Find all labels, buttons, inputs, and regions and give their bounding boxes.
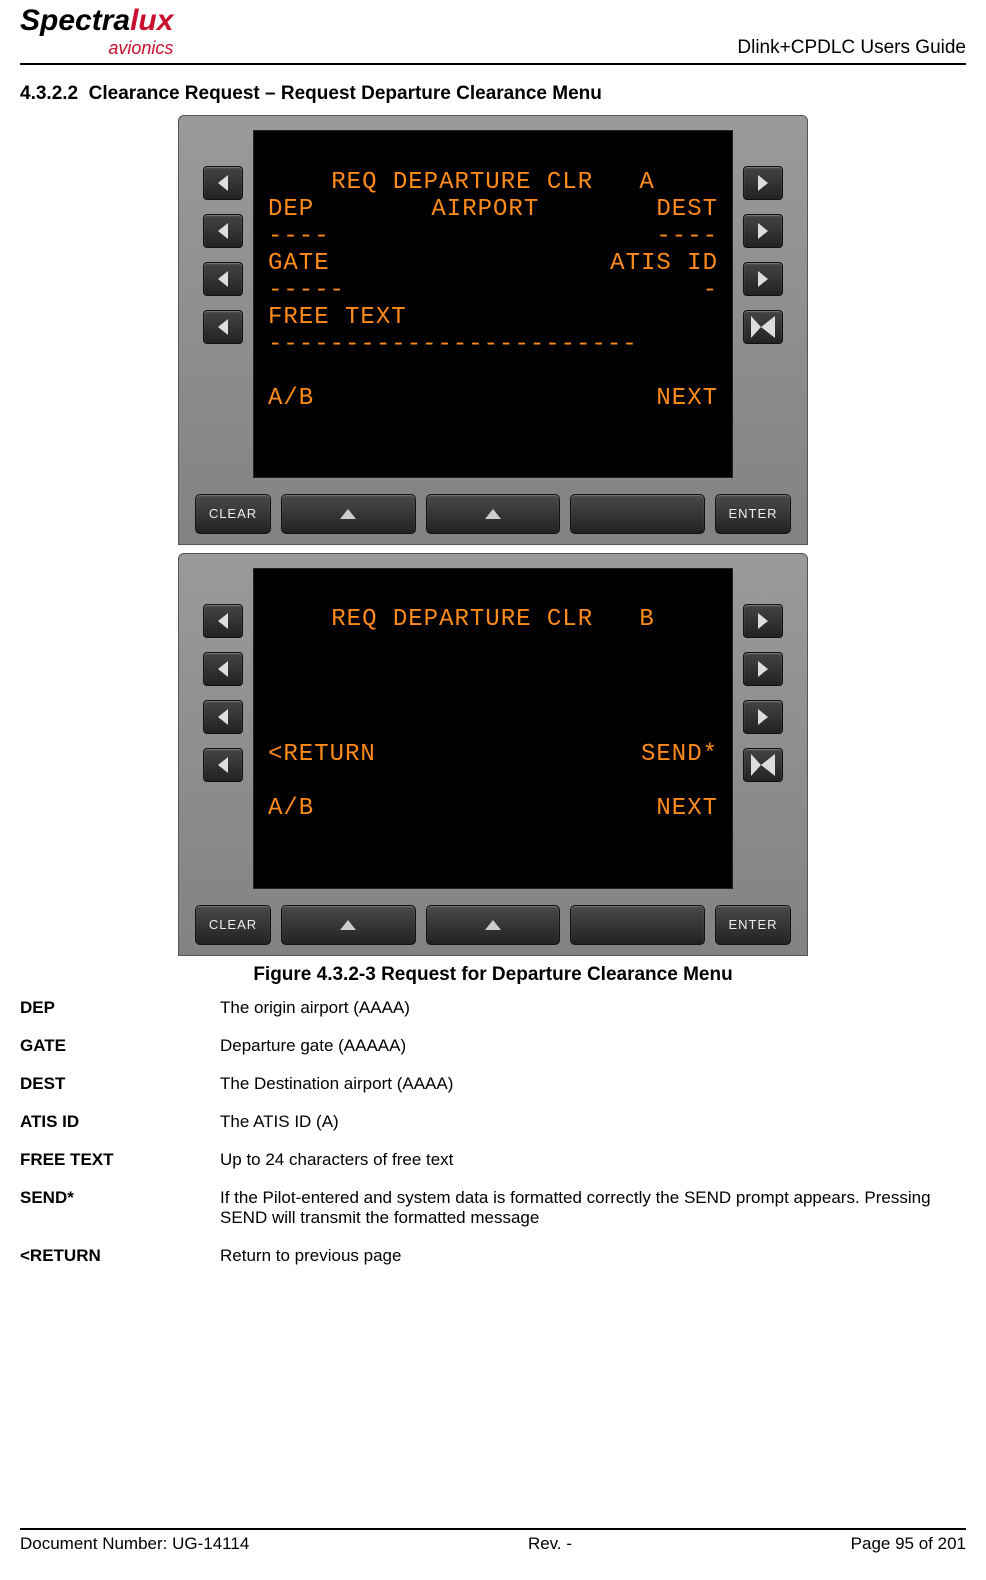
dep-label: DEP	[268, 196, 314, 223]
def-desc: Up to 24 characters of free text	[220, 1150, 966, 1170]
up-arrow-icon	[340, 920, 356, 930]
lsk-r3-b[interactable]	[743, 700, 783, 734]
doc-title: Dlink+CPDLC Users Guide	[737, 37, 966, 59]
return-prompt[interactable]: <RETURN	[268, 741, 376, 768]
lsk-l4[interactable]	[203, 310, 243, 344]
page-header: Spectralux avionics Dlink+CPDLC Users Gu…	[20, 0, 966, 65]
dest-label: DEST	[656, 196, 718, 223]
enter-button-b[interactable]: ENTER	[715, 905, 791, 945]
atis-id-label: ATIS ID	[610, 250, 718, 277]
doc-number: Document Number: UG-14114	[20, 1534, 249, 1554]
screen-title: REQ DEPARTURE CLR A	[331, 169, 654, 196]
screen-title-b: REQ DEPARTURE CLR B	[331, 606, 654, 633]
gate-label: GATE	[268, 250, 330, 277]
logo-text-a: Spectra	[20, 4, 130, 37]
lsk-r2[interactable]	[743, 214, 783, 248]
airport-label: AIRPORT	[431, 196, 539, 223]
gate-field[interactable]: -----	[268, 277, 345, 304]
free-text-field[interactable]: ------------------------	[268, 331, 638, 358]
lsk-l3-b[interactable]	[203, 700, 243, 734]
lsk-r1[interactable]	[743, 166, 783, 200]
def-term: SEND*	[20, 1188, 210, 1228]
page-number: Page 95 of 201	[851, 1534, 966, 1554]
logo-text-b: lux	[130, 4, 173, 37]
lsk-r3[interactable]	[743, 262, 783, 296]
next-prompt[interactable]: NEXT	[656, 385, 718, 412]
section-number: 4.3.2.2	[20, 83, 78, 104]
enter-button[interactable]: ENTER	[715, 494, 791, 534]
lsk-r1-b[interactable]	[743, 604, 783, 638]
clear-button[interactable]: CLEAR	[195, 494, 271, 534]
def-desc: The ATIS ID (A)	[220, 1112, 966, 1132]
page-footer: Document Number: UG-14114 Rev. - Page 95…	[20, 1528, 966, 1554]
up-arrow-icon	[340, 509, 356, 519]
logo-subtext: avionics	[108, 38, 173, 58]
lsk-l4-b[interactable]	[203, 748, 243, 782]
lsk-l3[interactable]	[203, 262, 243, 296]
def-desc: Departure gate (AAAAA)	[220, 1036, 966, 1056]
lsk-back-b[interactable]	[743, 748, 783, 782]
cdu-bottom-bar-a: CLEAR ENTER	[189, 486, 797, 534]
rocker-1[interactable]	[281, 494, 416, 534]
def-term: <RETURN	[20, 1246, 210, 1266]
up-arrow-icon	[485, 509, 501, 519]
clear-button-b[interactable]: CLEAR	[195, 905, 271, 945]
def-term: DEP	[20, 998, 210, 1018]
lsk-right-col	[743, 130, 789, 486]
cdu-screen-b: REQ DEPARTURE CLR B <RETURN SEND* A/B NEXT	[253, 568, 733, 889]
cdu-screen-a: REQ DEPARTURE CLR ADEPAIRPORTDEST-------…	[253, 130, 733, 478]
ab-prompt[interactable]: A/B	[268, 385, 314, 412]
dest-field[interactable]: ----	[656, 223, 718, 250]
lsk-right-col-b	[743, 568, 789, 897]
cdu-panel-b: REQ DEPARTURE CLR B <RETURN SEND* A/B NEXT C…	[178, 553, 808, 956]
def-desc: Return to previous page	[220, 1246, 966, 1266]
lsk-left-col-b	[197, 568, 243, 897]
lsk-back[interactable]	[743, 310, 783, 344]
lsk-l2[interactable]	[203, 214, 243, 248]
cdu-bottom-bar-b: CLEAR ENTER	[189, 897, 797, 945]
def-term: FREE TEXT	[20, 1150, 210, 1170]
def-term: DEST	[20, 1074, 210, 1094]
send-prompt[interactable]: SEND*	[641, 741, 718, 768]
lsk-left-col	[197, 130, 243, 486]
lsk-l2-b[interactable]	[203, 652, 243, 686]
figure-caption: Figure 4.3.2-3 Request for Departure Cle…	[20, 964, 966, 986]
definitions-list: DEP The origin airport (AAAA) GATE Depar…	[20, 998, 966, 1266]
def-term: GATE	[20, 1036, 210, 1056]
up-arrow-icon	[485, 920, 501, 930]
revision: Rev. -	[528, 1534, 572, 1554]
def-desc: The Destination airport (AAAA)	[220, 1074, 966, 1094]
dep-field[interactable]: ----	[268, 223, 330, 250]
lsk-l1[interactable]	[203, 166, 243, 200]
lsk-l1-b[interactable]	[203, 604, 243, 638]
next-prompt-b[interactable]: NEXT	[656, 795, 718, 822]
rocker-2b[interactable]	[426, 905, 561, 945]
def-desc: The origin airport (AAAA)	[220, 998, 966, 1018]
rocker-3b[interactable]	[570, 905, 705, 945]
rocker-1b[interactable]	[281, 905, 416, 945]
ab-prompt-b[interactable]: A/B	[268, 795, 314, 822]
def-desc: If the Pilot-entered and system data is …	[220, 1188, 966, 1228]
rocker-3[interactable]	[570, 494, 705, 534]
section-title: Clearance Request – Request Departure Cl…	[89, 83, 602, 104]
cdu-panel-a: REQ DEPARTURE CLR ADEPAIRPORTDEST-------…	[178, 115, 808, 545]
section-heading: 4.3.2.2 Clearance Request – Request Depa…	[20, 83, 966, 105]
lsk-r2-b[interactable]	[743, 652, 783, 686]
free-text-label: FREE TEXT	[268, 304, 407, 331]
logo: Spectralux avionics	[20, 4, 173, 59]
rocker-2[interactable]	[426, 494, 561, 534]
atis-id-field[interactable]: -	[703, 277, 718, 304]
def-term: ATIS ID	[20, 1112, 210, 1132]
